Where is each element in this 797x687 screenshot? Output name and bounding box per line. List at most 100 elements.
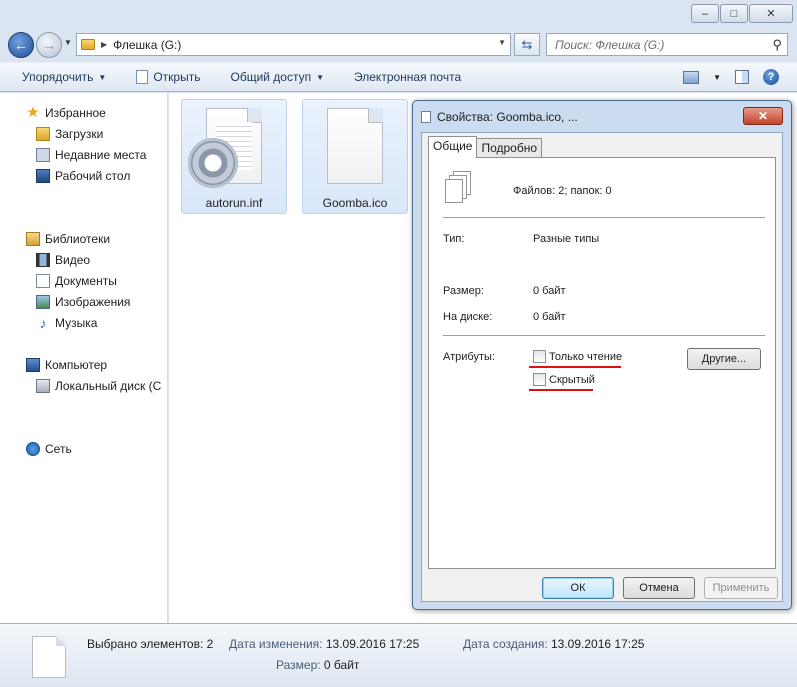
checkbox-icon[interactable] xyxy=(533,373,546,386)
video-icon xyxy=(36,253,50,267)
modified-date: Дата изменения: 13.09.2016 17:25 xyxy=(229,637,419,651)
general-tab-panel: Файлов: 2; папок: 0 Тип: Разные типы Раз… xyxy=(428,157,776,569)
refresh-button[interactable]: ⇆ xyxy=(514,33,540,56)
organize-button[interactable]: Упорядочить ▼ xyxy=(22,70,106,84)
view-controls: ▼ ? xyxy=(683,69,779,85)
chevron-down-icon: ▼ xyxy=(98,72,107,82)
nav-label: Избранное xyxy=(45,106,106,120)
nav-local-disk[interactable]: Локальный диск (C xyxy=(36,379,161,393)
hidden-label: Скрытый xyxy=(549,373,595,386)
other-attributes-button[interactable]: Другие... xyxy=(687,348,761,370)
command-bar: Упорядочить ▼ Открыть Общий доступ ▼ Элект… xyxy=(0,62,797,92)
recent-pages-dropdown[interactable]: ▼ xyxy=(64,38,72,47)
file-page-icon xyxy=(327,108,383,184)
modified-value: 13.09.2016 17:25 xyxy=(325,637,420,651)
properties-icon xyxy=(421,111,431,123)
gear-icon xyxy=(188,138,238,188)
nav-label: Недавние места xyxy=(55,148,147,162)
dialog-title: Свойства: Goomba.ico, ... xyxy=(437,110,578,124)
folder-icon xyxy=(81,39,95,50)
file-item-goomba[interactable]: Goomba.ico xyxy=(302,99,408,214)
nav-video[interactable]: Видео xyxy=(36,253,90,267)
properties-dialog: Свойства: Goomba.ico, ... ✕ Общие Подроб… xyxy=(412,100,792,610)
refresh-icon: ⇆ xyxy=(521,36,533,52)
document-icon xyxy=(136,70,149,84)
preview-pane-icon[interactable] xyxy=(735,70,749,84)
nav-documents[interactable]: Документы xyxy=(36,274,117,288)
help-icon[interactable]: ? xyxy=(763,69,779,85)
readonly-label: Только чтение xyxy=(549,350,623,363)
nav-desktop[interactable]: Рабочий стол xyxy=(36,169,130,183)
size-value: 0 байт xyxy=(323,658,360,672)
share-label: Общий доступ xyxy=(230,70,312,84)
apply-button[interactable]: Применить xyxy=(704,577,778,599)
readonly-checkbox[interactable]: Только чтение xyxy=(533,350,622,363)
search-placeholder: Поиск: Флешка (G:) xyxy=(555,37,665,52)
search-icon[interactable]: ⚲ xyxy=(772,37,782,53)
images-icon xyxy=(36,295,50,309)
created-date: Дата создания: 13.09.2016 17:25 xyxy=(463,637,644,651)
ondisk-label: На диске: xyxy=(443,311,493,323)
desktop-icon xyxy=(36,169,50,183)
file-name: Goomba.ico xyxy=(322,196,388,210)
view-dropdown-icon[interactable]: ▼ xyxy=(713,73,721,82)
dialog-body: Общие Подробно Файлов: 2; папок: 0 Тип: … xyxy=(421,132,783,602)
checkbox-icon[interactable] xyxy=(533,350,546,363)
organize-label: Упорядочить xyxy=(22,70,94,84)
maximize-button[interactable]: □ xyxy=(720,4,748,23)
red-underline xyxy=(529,389,593,391)
tab-strip: Общие Подробно xyxy=(428,136,543,158)
nav-favorites[interactable]: ★ Избранное xyxy=(26,104,106,121)
email-label: Электронная почта xyxy=(354,70,462,84)
open-label: Открыть xyxy=(153,70,201,84)
hidden-checkbox[interactable]: Скрытый xyxy=(533,373,595,386)
share-button[interactable]: Общий доступ ▼ xyxy=(230,70,324,84)
open-button[interactable]: Открыть xyxy=(136,70,200,84)
change-view-icon[interactable] xyxy=(683,70,700,84)
star-icon: ★ xyxy=(26,104,40,121)
nav-label: Загрузки xyxy=(55,127,104,141)
dialog-close-button[interactable]: ✕ xyxy=(743,107,783,125)
address-bar[interactable]: ▶ Флешка (G:) ▼ xyxy=(76,33,511,56)
caption-buttons: – □ ✕ xyxy=(691,4,793,23)
close-icon: ✕ xyxy=(757,109,769,123)
search-input[interactable]: Поиск: Флешка (G:) ⚲ xyxy=(546,33,788,56)
nav-recent-places[interactable]: Недавние места xyxy=(36,148,146,162)
red-underline xyxy=(529,366,621,368)
address-dropdown-icon[interactable]: ▼ xyxy=(498,38,506,47)
selected-files-icon xyxy=(32,636,66,678)
multiple-files-icon xyxy=(443,171,473,205)
nav-music[interactable]: ♪ Музыка xyxy=(36,316,98,330)
arrow-left-icon: ← xyxy=(14,37,28,53)
address-row: ← → ▼ ▶ Флешка (G:) ▼ ⇆ Поиск: Флешка (G… xyxy=(0,30,797,58)
tab-general[interactable]: Общие xyxy=(428,136,478,158)
tab-details[interactable]: Подробно xyxy=(476,138,543,158)
nav-computer[interactable]: Компьютер xyxy=(26,358,107,372)
cancel-button[interactable]: Отмена xyxy=(623,577,695,599)
created-value: 13.09.2016 17:25 xyxy=(551,637,645,651)
navigation-pane: ★ Избранное Загрузки Недавние места Рабоч… xyxy=(0,93,168,623)
nav-label: Сеть xyxy=(45,442,72,456)
explorer-window: – □ ✕ ← → ▼ ▶ Флешка (G:) ▼ ⇆ Поиск: Фле… xyxy=(0,0,797,687)
forward-button[interactable]: → xyxy=(36,32,62,58)
dialog-title-bar[interactable]: Свойства: Goomba.ico, ... xyxy=(421,110,578,124)
minimize-button[interactable]: – xyxy=(691,4,719,23)
email-button[interactable]: Электронная почта xyxy=(354,70,461,84)
file-item-autorun[interactable]: autorun.inf xyxy=(181,99,287,214)
nav-label: Компьютер xyxy=(45,358,108,372)
nav-libraries[interactable]: Библиотеки xyxy=(26,232,110,246)
nav-label: Локальный диск (C xyxy=(55,379,162,393)
nav-network[interactable]: Сеть xyxy=(26,442,72,456)
nav-label: Музыка xyxy=(55,316,98,330)
type-value: Разные типы xyxy=(533,233,600,245)
nav-downloads[interactable]: Загрузки xyxy=(36,127,103,141)
close-button[interactable]: ✕ xyxy=(749,4,793,23)
address-path[interactable]: Флешка (G:) xyxy=(113,38,181,52)
back-button[interactable]: ← xyxy=(8,32,34,58)
ok-button[interactable]: ОК xyxy=(542,577,614,599)
nav-images[interactable]: Изображения xyxy=(36,295,130,309)
file-name: autorun.inf xyxy=(205,196,263,210)
breadcrumb-arrow-icon[interactable]: ▶ xyxy=(101,40,107,49)
selected-count: Выбрано элементов: 2 xyxy=(87,637,214,651)
details-pane: Выбрано элементов: 2 Дата изменения: 13.… xyxy=(0,623,797,687)
